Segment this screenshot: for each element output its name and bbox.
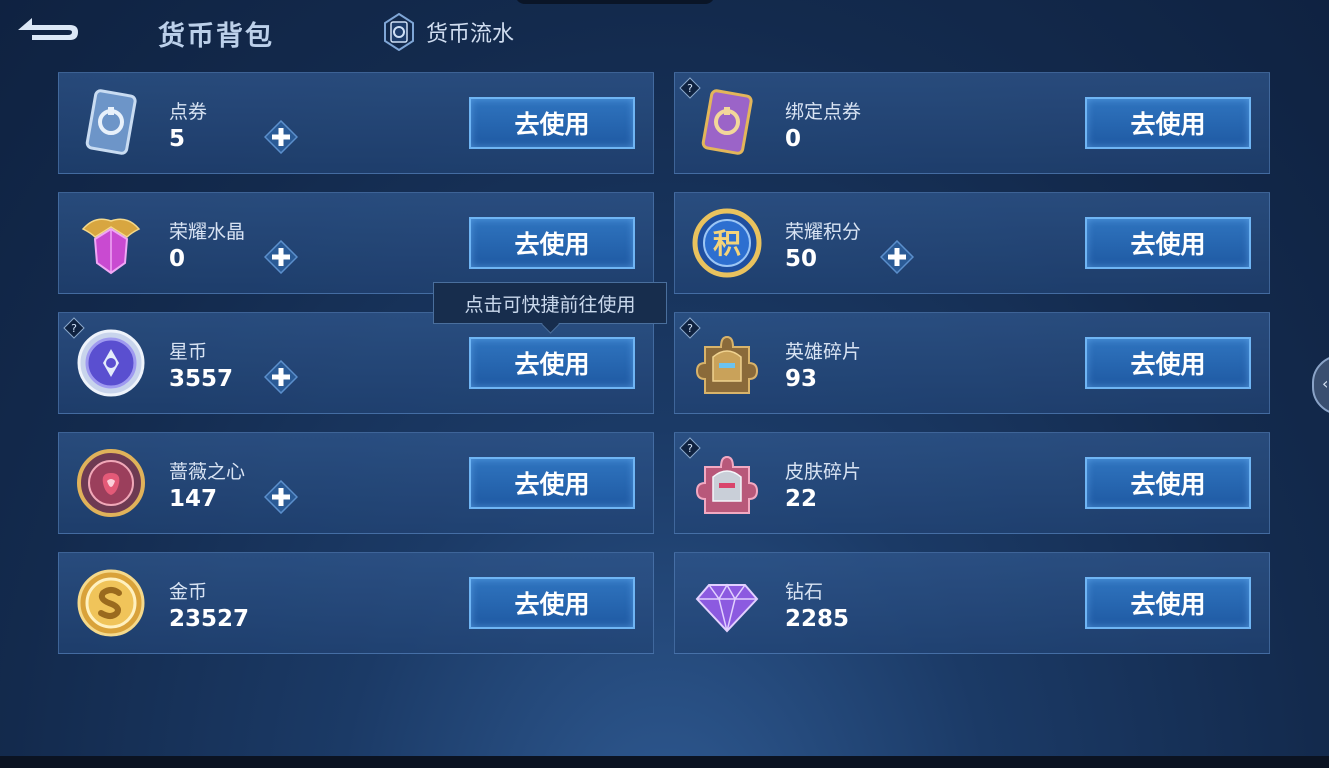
currency-name: 荣耀水晶 <box>169 221 246 243</box>
currency-card-glory-crystal: 荣耀水晶 0 去使用 <box>58 192 654 294</box>
gold-coin-icon <box>77 569 145 637</box>
voucher-card-icon <box>85 89 137 155</box>
diamond-icon <box>695 583 759 633</box>
shortcut-tooltip: 点击可快捷前往使用 <box>433 282 667 334</box>
currency-name: 星币 <box>169 341 208 363</box>
glory-crystal-icon <box>81 218 141 275</box>
use-button[interactable]: 去使用 <box>1085 577 1251 629</box>
use-button[interactable]: 去使用 <box>469 577 635 629</box>
use-button[interactable]: 去使用 <box>469 97 635 149</box>
use-button[interactable]: 去使用 <box>1085 337 1251 389</box>
currency-amount: 5 <box>169 126 186 152</box>
currency-name: 皮肤碎片 <box>785 461 862 483</box>
currency-card-bound-voucher: ? 绑定点券 0 去使用 <box>674 72 1270 174</box>
currency-amount: 23527 <box>169 606 250 632</box>
bound-voucher-card-icon <box>701 89 753 155</box>
page-title: 货币背包 <box>158 21 274 52</box>
currency-amount: 0 <box>169 246 186 272</box>
currency-name: 英雄碎片 <box>785 341 862 363</box>
side-panel-handle[interactable]: ‹ <box>1312 355 1329 415</box>
currency-card-diamond: 钻石 2285 去使用 <box>674 552 1270 654</box>
hero-fragment-icon <box>695 335 759 394</box>
currency-name: 绑定点券 <box>785 101 862 123</box>
tooltip-text: 点击可快捷前往使用 <box>464 293 636 316</box>
add-voucher-button[interactable] <box>264 120 298 154</box>
use-button[interactable]: 去使用 <box>469 337 635 389</box>
currency-name: 荣耀积分 <box>785 221 862 243</box>
add-glory-points-button[interactable] <box>880 240 914 274</box>
currency-card-skin-fragment: ? 皮肤碎片 22 去使用 <box>674 432 1270 534</box>
currency-amount: 22 <box>785 486 818 512</box>
svg-text:积: 积 <box>713 227 741 260</box>
back-arrow-icon <box>18 18 78 40</box>
currency-card-star-coin: ? 星币 3557 去使用 <box>58 312 654 414</box>
use-button[interactable]: 去使用 <box>469 457 635 509</box>
skin-fragment-icon <box>695 455 759 514</box>
currency-amount: 2285 <box>785 606 850 632</box>
use-button[interactable]: 去使用 <box>1085 97 1251 149</box>
chevron-left-icon: ‹ <box>1322 374 1329 393</box>
rose-heart-icon <box>77 449 145 517</box>
star-coin-icon <box>77 329 145 397</box>
currency-card-glory-points: 积 荣耀积分 50 去使用 <box>674 192 1270 294</box>
currency-amount: 0 <box>785 126 802 152</box>
currency-flow-tab[interactable]: 货币流水 <box>384 12 514 52</box>
currency-card-hero-fragment: ? 英雄碎片 93 去使用 <box>674 312 1270 414</box>
ledger-icon <box>384 13 414 51</box>
currency-amount: 50 <box>785 246 818 272</box>
currency-name: 金币 <box>169 581 208 603</box>
currency-name: 钻石 <box>785 581 824 603</box>
currency-amount: 147 <box>169 486 218 512</box>
back-button[interactable] <box>12 10 84 50</box>
currency-card-rose-heart: 蔷薇之心 147 去使用 <box>58 432 654 534</box>
currency-flow-label: 货币流水 <box>426 22 515 47</box>
use-button[interactable]: 去使用 <box>469 217 635 269</box>
currency-card-voucher: 点券 5 去使用 <box>58 72 654 174</box>
bottom-bar <box>0 756 1329 768</box>
add-glory-crystal-button[interactable] <box>264 240 298 274</box>
currency-name: 点券 <box>169 101 208 123</box>
currency-card-gold-coin: 金币 23527 去使用 <box>58 552 654 654</box>
add-star-coin-button[interactable] <box>264 360 298 394</box>
top-notch <box>515 0 715 4</box>
currency-name: 蔷薇之心 <box>169 461 246 483</box>
glory-points-icon: 积 <box>692 208 762 278</box>
use-button[interactable]: 去使用 <box>1085 217 1251 269</box>
currency-amount: 93 <box>785 366 818 392</box>
add-rose-heart-button[interactable] <box>264 480 298 514</box>
currency-amount: 3557 <box>169 366 234 392</box>
use-button[interactable]: 去使用 <box>1085 457 1251 509</box>
